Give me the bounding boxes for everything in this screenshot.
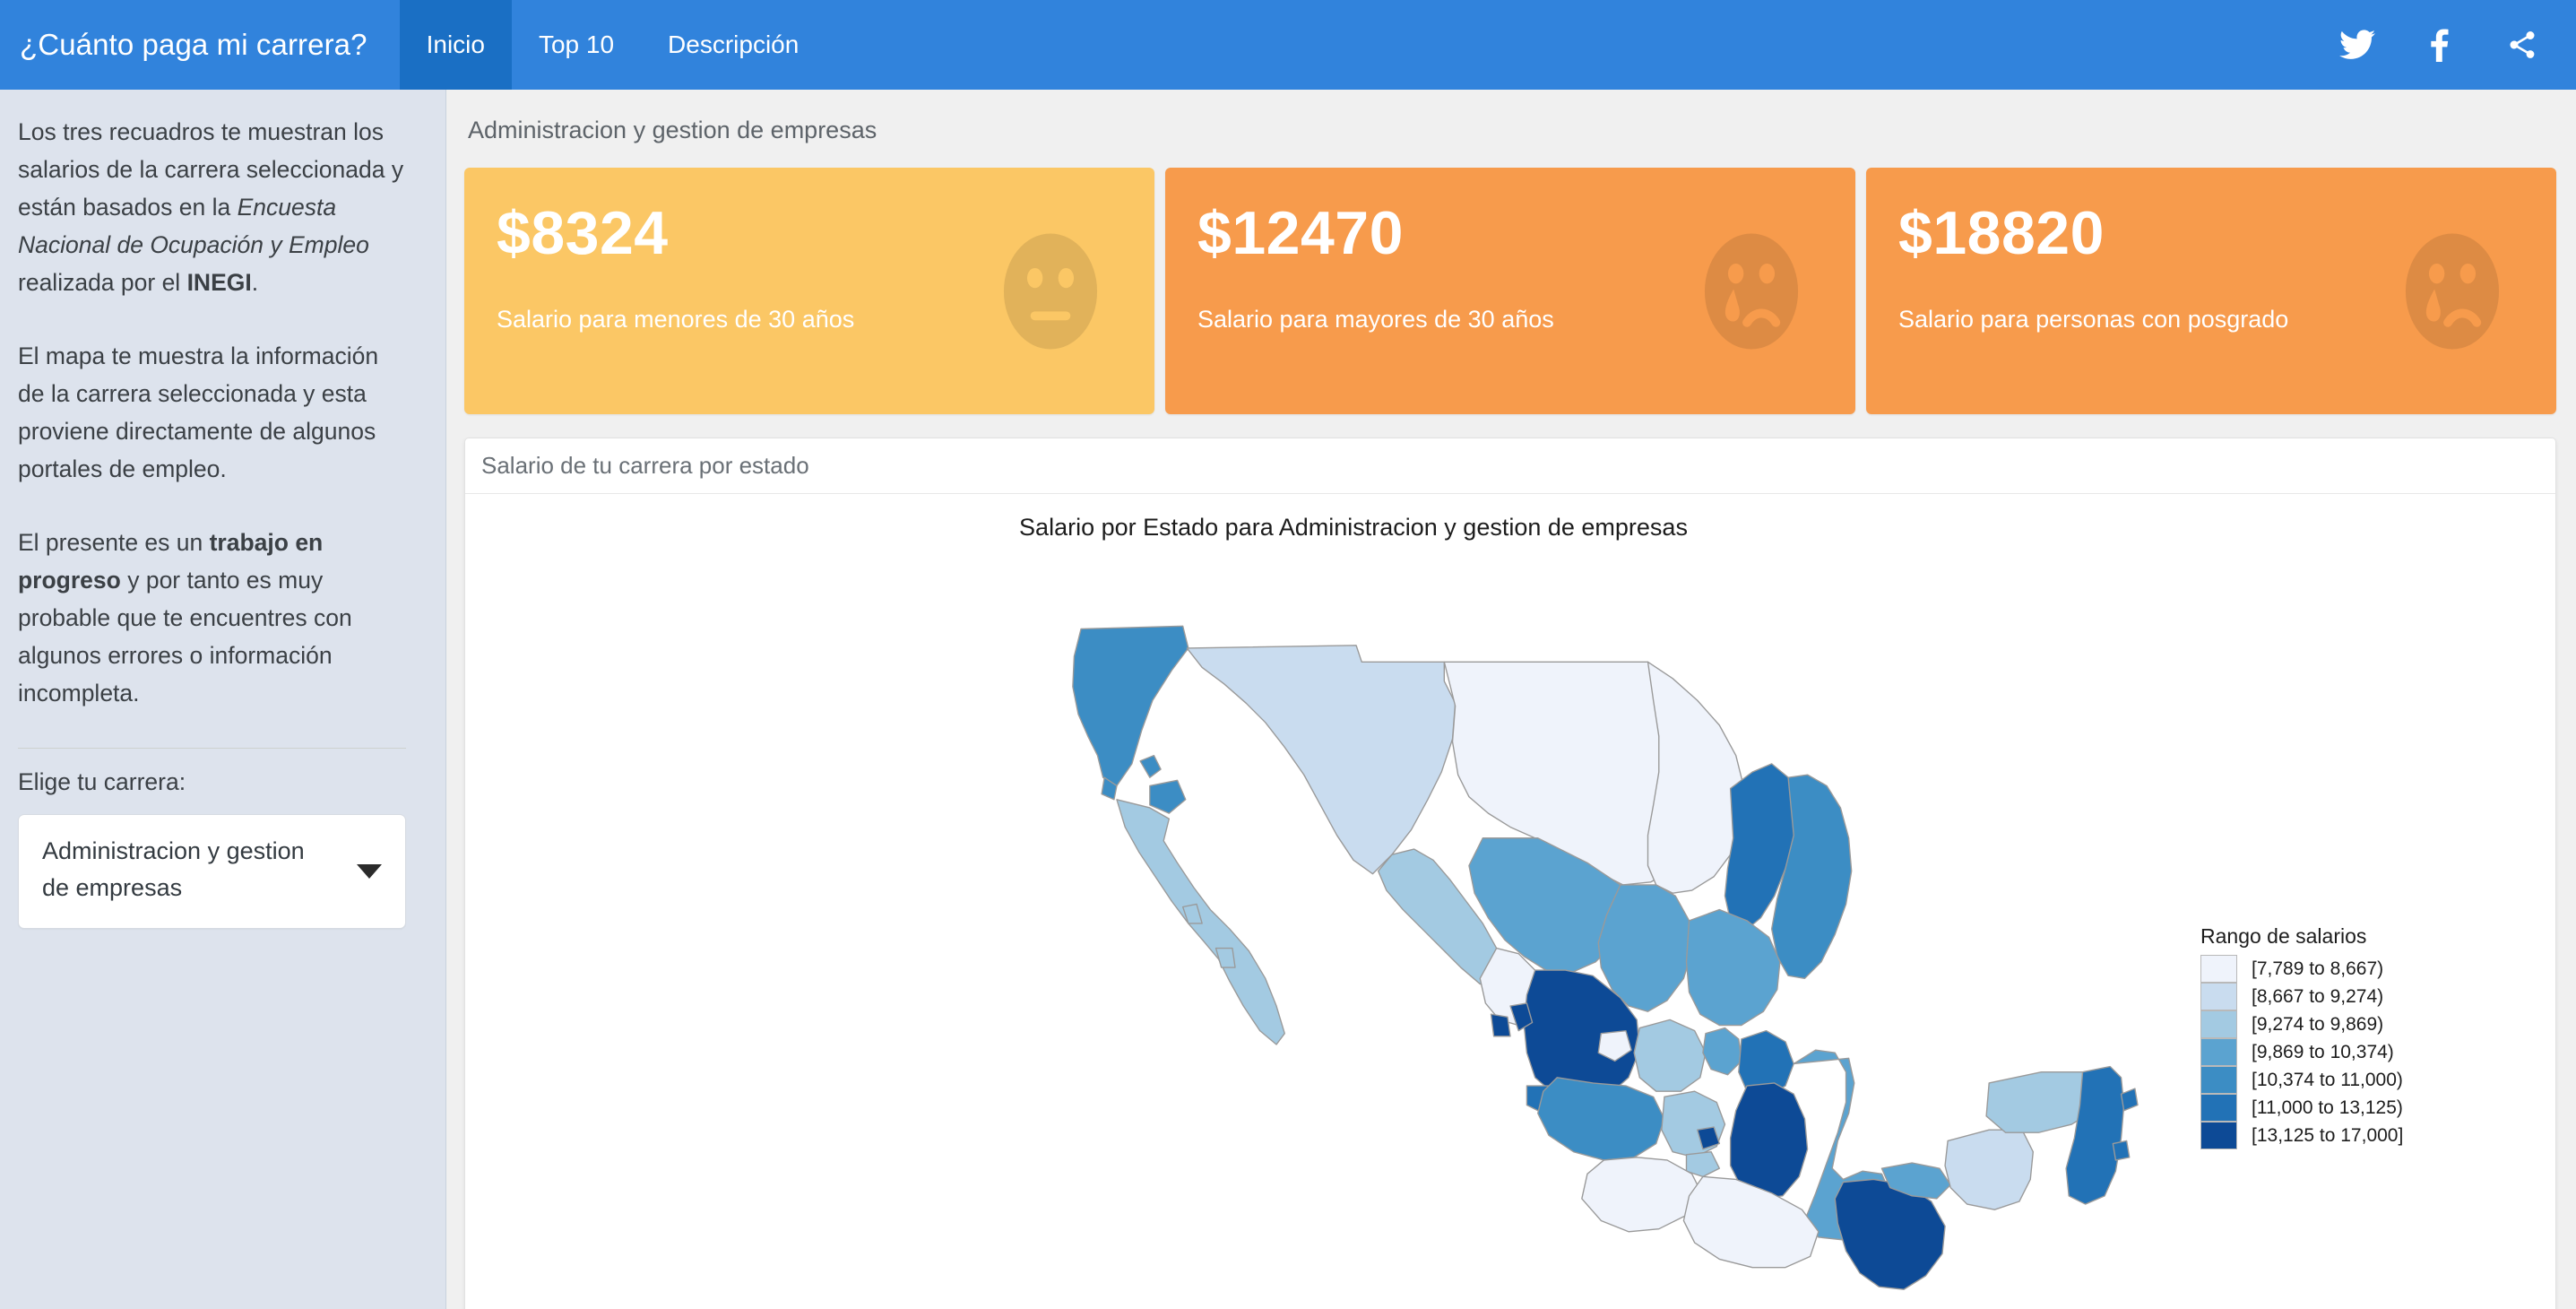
sad-crying-face-icon — [1696, 224, 1807, 359]
legend-swatch — [2200, 1066, 2237, 1094]
twitter-icon[interactable] — [2338, 25, 2377, 65]
app-brand-title: ¿Cuánto paga mi carrera? — [20, 28, 367, 61]
legend-swatch — [2200, 955, 2237, 983]
map-panel-body: Salario por Estado para Administracion y… — [465, 494, 2555, 1309]
salary-card-under30: $8324 Salario para menores de 30 años — [464, 168, 1154, 414]
nav-tabs: Inicio Top 10 Descripción — [399, 0, 826, 90]
legend-swatch — [2200, 983, 2237, 1010]
p1-a: Los tres recuadros te muestran los salar… — [18, 118, 404, 221]
selected-career-heading: Administracion y gestion de empresas — [468, 117, 877, 143]
tab-inicio[interactable]: Inicio — [399, 0, 512, 90]
sidebar-paragraph-1: Los tres recuadros te muestran los salar… — [18, 113, 406, 301]
tab-descripcion[interactable]: Descripción — [641, 0, 826, 90]
career-select[interactable]: Administracion y gestion de empresas — [18, 814, 406, 929]
social-links — [2338, 0, 2576, 90]
sad-crying-face-icon — [2397, 224, 2508, 359]
legend-title: Rango de salarios — [2200, 924, 2367, 948]
neutral-face-icon — [995, 224, 1106, 359]
chevron-down-icon — [357, 864, 382, 879]
legend-label: [11,000 to 13,125) — [2252, 1097, 2403, 1118]
legend-label: [9,274 to 9,869) — [2252, 1013, 2384, 1035]
legend-item: [13,125 to 17,000] — [2200, 1122, 2469, 1149]
salary-cards: $8324 Salario para menores de 30 años $1… — [464, 168, 2556, 414]
sidebar: Los tres recuadros te muestran los salar… — [0, 90, 446, 1309]
salary-card-postgrad: $18820 Salario para personas con posgrad… — [1866, 168, 2556, 414]
legend-label: [13,125 to 17,000] — [2252, 1124, 2404, 1146]
legend-label: [9,869 to 10,374) — [2252, 1041, 2394, 1062]
legend-swatch — [2200, 1094, 2237, 1122]
legend-label: [8,667 to 9,274) — [2252, 985, 2384, 1007]
mexico-choropleth-map[interactable] — [465, 494, 2555, 1309]
share-icon[interactable] — [2503, 25, 2542, 65]
page-body: Los tres recuadros te muestran los salar… — [0, 90, 2576, 1309]
sidebar-paragraph-3: El presente es un trabajo en progreso y … — [18, 524, 406, 712]
tab-top10[interactable]: Top 10 — [512, 0, 641, 90]
legend-label: [10,374 to 11,000) — [2252, 1069, 2403, 1090]
map-panel-title: Salario de tu carrera por estado — [465, 438, 2555, 494]
p1-c: . — [251, 269, 259, 296]
career-select-value: Administracion y gestion de empresas — [42, 837, 305, 901]
p3-a: El presente es un — [18, 529, 210, 556]
legend-item: [8,667 to 9,274) — [2200, 983, 2469, 1010]
map-panel: Salario de tu carrera por estado Salario… — [464, 438, 2556, 1309]
salary-card-over30: $12470 Salario para mayores de 30 años — [1165, 168, 1855, 414]
facebook-icon[interactable] — [2420, 25, 2459, 65]
legend-swatch — [2200, 1038, 2237, 1066]
p1-strong: INEGI — [186, 269, 252, 296]
career-select-label: Elige tu carrera: — [18, 768, 186, 795]
legend-swatch — [2200, 1122, 2237, 1149]
legend-item: [11,000 to 13,125) — [2200, 1094, 2469, 1122]
legend-label: [7,789 to 8,667) — [2252, 958, 2384, 979]
sidebar-divider — [18, 748, 406, 749]
legend-item: [7,789 to 8,667) — [2200, 955, 2469, 983]
p1-b: realizada por el — [18, 269, 187, 296]
legend-swatch — [2200, 1010, 2237, 1038]
legend-item: [9,274 to 9,869) — [2200, 1010, 2469, 1038]
main-content: Administracion y gestion de empresas $83… — [446, 90, 2576, 1309]
legend-item: [10,374 to 11,000) — [2200, 1066, 2469, 1094]
top-navbar: ¿Cuánto paga mi carrera? Inicio Top 10 D… — [0, 0, 2576, 90]
legend-item: [9,869 to 10,374) — [2200, 1038, 2469, 1066]
map-legend: Rango de salarios [7,789 to 8,667) [8,66… — [2200, 924, 2469, 1149]
sidebar-paragraph-2: El mapa te muestra la información de la … — [18, 342, 379, 482]
